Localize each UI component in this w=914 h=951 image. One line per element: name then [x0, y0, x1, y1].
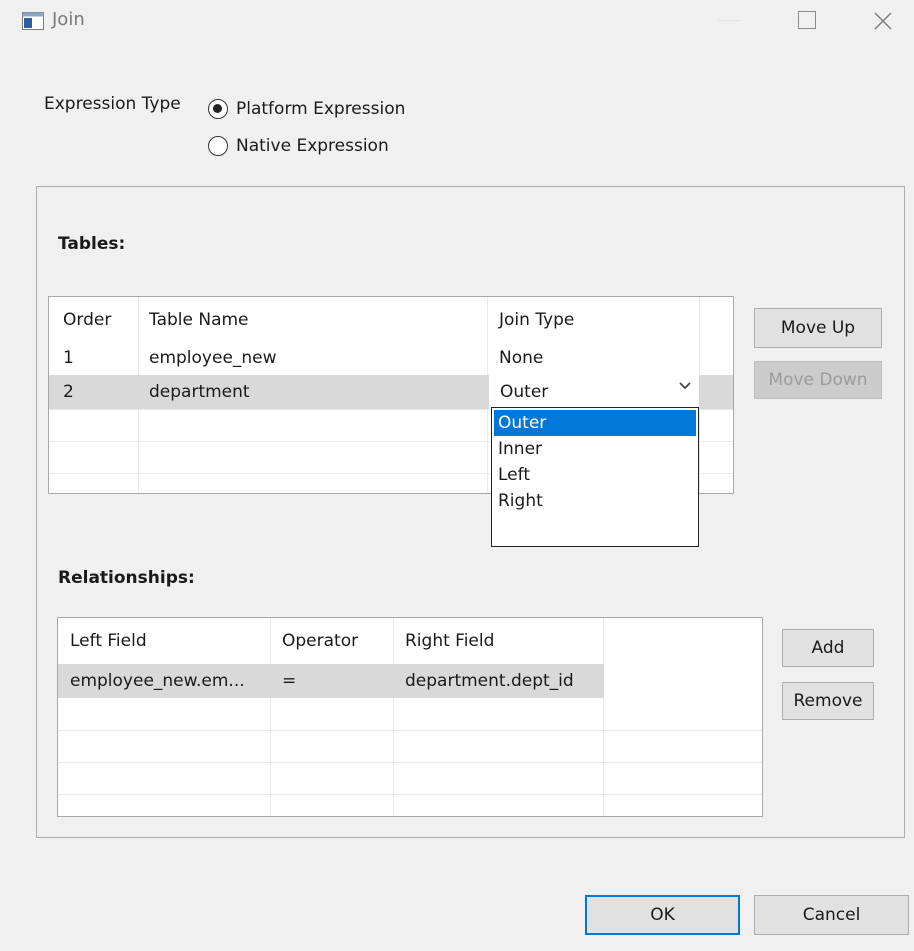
dropdown-option-inner[interactable]: Inner [494, 436, 696, 462]
relationships-header-row: Left Field Operator Right Field [58, 624, 762, 658]
join-type-dropdown-list[interactable]: Outer Inner Left Right [491, 407, 699, 547]
column-header-table-name[interactable]: Table Name [139, 303, 249, 337]
cancel-button[interactable]: Cancel [754, 895, 909, 935]
join-type-cell[interactable]: None [489, 341, 543, 375]
join-type-combobox[interactable]: Outer [489, 375, 699, 409]
order-cell: 2 [63, 382, 74, 402]
radio-unchecked-icon [208, 136, 228, 156]
close-icon[interactable] [872, 10, 894, 32]
operator-cell: = [282, 671, 297, 691]
dropdown-option-right[interactable]: Right [494, 488, 696, 514]
column-header-operator[interactable]: Operator [272, 624, 358, 658]
table-name-cell: employee_new [149, 348, 277, 368]
platform-expression-label: Platform Expression [236, 99, 406, 119]
expression-type-label: Expression Type [44, 94, 181, 114]
chevron-down-icon[interactable] [678, 381, 692, 391]
order-cell: 1 [63, 348, 74, 368]
right-field-cell: department.dept_id [405, 671, 574, 691]
window-title: Join [52, 9, 85, 30]
ok-button[interactable]: OK [585, 895, 740, 935]
radio-checked-icon [208, 99, 228, 119]
move-up-button[interactable]: Move Up [754, 308, 882, 348]
move-down-button[interactable]: Move Down [754, 361, 882, 399]
platform-expression-radio[interactable]: Platform Expression [208, 99, 405, 119]
tables-header-row: Order Table Name Join Type [49, 303, 733, 337]
left-field-cell: employee_new.em... [70, 671, 245, 691]
window-app-icon [22, 12, 44, 30]
tables-section-label: Tables: [58, 234, 126, 254]
relationships-grid[interactable]: Left Field Operator Right Field employee… [57, 617, 763, 817]
title-bar [0, 0, 914, 44]
grid-row-divider [58, 730, 762, 731]
table-name-cell: department [149, 382, 250, 402]
native-expression-label: Native Expression [236, 136, 389, 156]
table-row-selected[interactable]: 2 department Outer [49, 375, 733, 409]
maximize-icon[interactable] [798, 11, 816, 29]
relationship-row-selected[interactable]: employee_new.em... = department.dept_id [58, 664, 604, 698]
grid-row-divider [58, 762, 762, 763]
remove-button[interactable]: Remove [782, 682, 874, 720]
add-button[interactable]: Add [782, 629, 874, 667]
column-header-order[interactable]: Order [53, 303, 111, 337]
column-header-join-type[interactable]: Join Type [489, 303, 574, 337]
relationships-section-label: Relationships: [58, 568, 195, 588]
column-header-left-field[interactable]: Left Field [60, 624, 147, 658]
minimize-icon[interactable] [718, 20, 740, 21]
column-header-right-field[interactable]: Right Field [395, 624, 494, 658]
native-expression-radio[interactable]: Native Expression [208, 136, 389, 156]
dropdown-option-outer[interactable]: Outer [494, 410, 696, 436]
dropdown-option-left[interactable]: Left [494, 462, 696, 488]
table-row[interactable]: 1 employee_new None [49, 341, 733, 375]
grid-row-divider [58, 794, 762, 795]
